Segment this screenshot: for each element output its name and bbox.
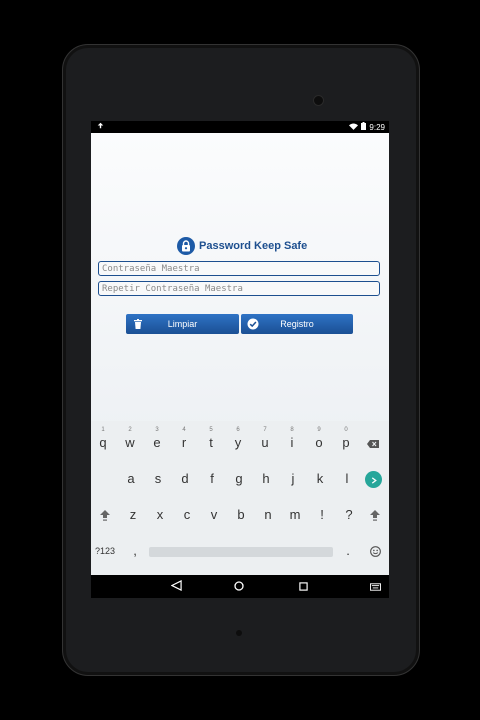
key-label: o	[315, 435, 323, 450]
recents-icon	[298, 578, 308, 596]
keyboard-icon	[369, 578, 381, 596]
status-bar: 9:29	[91, 121, 389, 133]
master-password-input[interactable]	[98, 261, 380, 276]
key-q[interactable]: 1q	[91, 427, 116, 458]
spacebar[interactable]	[149, 547, 333, 557]
key-p[interactable]: 0p	[333, 427, 359, 458]
key-i[interactable]: 8i	[279, 427, 305, 458]
key-l[interactable]: l	[334, 464, 360, 494]
key-t[interactable]: 5t	[198, 427, 224, 458]
app-logo: Password Keep Safe	[177, 237, 307, 255]
status-time: 9:29	[369, 122, 385, 132]
front-camera	[313, 95, 324, 106]
key-exclamation[interactable]: !	[309, 500, 335, 530]
keyboard-row-1: 1q 2w 3e 4r 5t 6y 7u 8i 9o 0p	[91, 427, 389, 458]
key-n[interactable]: n	[255, 500, 281, 530]
next-arrow-icon	[371, 471, 377, 489]
clear-button[interactable]: Limpiar	[126, 314, 239, 334]
keyboard-switch-button[interactable]	[367, 579, 383, 595]
shift-icon	[100, 507, 110, 522]
key-s[interactable]: s	[145, 464, 171, 494]
recents-button[interactable]	[295, 579, 311, 595]
key-label: e	[153, 435, 161, 450]
key-a[interactable]: a	[118, 464, 144, 494]
key-z[interactable]: z	[120, 500, 146, 530]
navigation-bar	[91, 575, 389, 598]
key-label: q	[99, 435, 107, 450]
register-button-label: Registro	[280, 319, 314, 329]
key-k[interactable]: k	[307, 464, 333, 494]
key-v[interactable]: v	[201, 500, 227, 530]
key-hint: 4	[182, 427, 186, 433]
key-d[interactable]: d	[172, 464, 198, 494]
back-button[interactable]	[168, 579, 184, 595]
backspace-key[interactable]	[360, 428, 386, 458]
shift-key-right[interactable]	[362, 500, 388, 530]
key-b[interactable]: b	[228, 500, 254, 530]
key-h[interactable]: h	[253, 464, 279, 494]
key-j[interactable]: j	[280, 464, 306, 494]
key-hint: 0	[344, 427, 348, 433]
key-g[interactable]: g	[226, 464, 252, 494]
keyboard-row-3: z x c v b n m ! ?	[91, 500, 389, 530]
key-m[interactable]: m	[282, 500, 308, 530]
key-o[interactable]: 9o	[306, 427, 332, 458]
comma-key[interactable]: ,	[122, 536, 148, 566]
status-icons: 9:29	[349, 122, 385, 132]
emoji-icon	[369, 543, 381, 558]
emoji-key[interactable]	[362, 536, 388, 566]
key-r[interactable]: 4r	[171, 427, 197, 458]
key-w[interactable]: 2w	[117, 427, 143, 458]
back-icon	[170, 578, 182, 596]
key-hint: 8	[290, 427, 294, 433]
key-hint: 1	[101, 427, 105, 433]
notification-icon	[97, 122, 104, 131]
key-f[interactable]: f	[199, 464, 225, 494]
wifi-icon	[349, 123, 359, 132]
backspace-icon	[367, 435, 379, 450]
home-icon	[234, 578, 244, 596]
period-key[interactable]: .	[335, 536, 361, 566]
key-label: w	[125, 435, 135, 450]
key-label: p	[342, 435, 350, 450]
register-button[interactable]: Registro	[241, 314, 353, 334]
key-y[interactable]: 6y	[225, 427, 251, 458]
key-hint: 6	[236, 427, 240, 433]
key-hint: 2	[128, 427, 132, 433]
key-c[interactable]: c	[174, 500, 200, 530]
enter-key[interactable]	[365, 471, 382, 488]
repeat-password-input[interactable]	[98, 281, 380, 296]
key-hint: 7	[263, 427, 267, 433]
key-label: y	[234, 435, 242, 450]
key-label: i	[290, 435, 294, 450]
shift-icon	[370, 507, 380, 522]
tablet-sensor	[236, 630, 242, 636]
key-question[interactable]: ?	[336, 500, 362, 530]
symbols-key[interactable]: ?123	[92, 536, 118, 566]
battery-icon	[361, 122, 367, 132]
soft-keyboard: 1q 2w 3e 4r 5t 6y 7u 8i 9o 0p a s d f g …	[91, 421, 389, 575]
key-u[interactable]: 7u	[252, 427, 278, 458]
key-hint: 9	[317, 427, 321, 433]
key-hint: 3	[155, 427, 159, 433]
keyboard-row-2: a s d f g h j k l ñ	[91, 464, 389, 494]
home-button[interactable]	[231, 579, 247, 595]
key-label: t	[209, 435, 213, 450]
key-x[interactable]: x	[147, 500, 173, 530]
app-title: Password Keep Safe	[199, 240, 308, 252]
device-screen: 9:29 Password Keep Safe Limpiar Registro…	[91, 121, 389, 598]
key-e[interactable]: 3e	[144, 427, 170, 458]
key-label: r	[181, 435, 187, 450]
lock-icon	[177, 237, 195, 255]
clear-button-label: Limpiar	[167, 319, 198, 329]
key-label: u	[261, 435, 269, 450]
keyboard-row-4: ?123 , .	[91, 536, 389, 566]
key-hint: 5	[209, 427, 213, 433]
shift-key-left[interactable]	[92, 500, 118, 530]
